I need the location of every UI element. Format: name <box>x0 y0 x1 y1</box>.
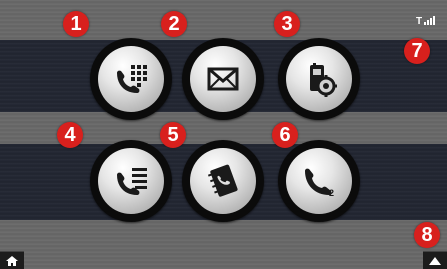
callout-badge: 8 <box>414 222 440 248</box>
phone-menu-screen: 2 1 2 3 4 5 6 7 8 T <box>0 0 447 269</box>
messages-button[interactable] <box>182 38 264 120</box>
phone-settings-button[interactable] <box>278 38 360 120</box>
callout-badge: 6 <box>272 122 298 148</box>
home-icon <box>6 256 18 266</box>
call-log-button[interactable] <box>90 140 172 222</box>
callout-badge: 3 <box>274 11 300 37</box>
envelope-icon <box>207 67 239 91</box>
phone-2-icon: 2 <box>305 168 334 198</box>
second-phone-button[interactable]: 2 <box>278 140 360 222</box>
phone-list-icon <box>117 168 147 195</box>
phone-keypad-icon <box>117 65 147 93</box>
callout-badge: 1 <box>63 11 89 37</box>
address-book-icon <box>207 164 238 197</box>
signal-indicator: T <box>416 13 438 31</box>
contacts-button[interactable] <box>182 140 264 222</box>
home-button[interactable] <box>0 251 24 269</box>
callout-badge: 4 <box>57 122 83 148</box>
phone-settings-icon <box>310 63 337 97</box>
callout-badge: 2 <box>161 11 187 37</box>
up-button[interactable] <box>423 251 447 269</box>
signal-strength-icon: T <box>416 16 435 27</box>
phone-line-number: 2 <box>329 188 334 198</box>
callout-badge: 5 <box>160 122 186 148</box>
signal-prefix: T <box>416 16 422 26</box>
background-band <box>0 220 447 269</box>
callout-badge: 7 <box>404 38 430 64</box>
dial-button[interactable] <box>90 38 172 120</box>
up-arrow-icon <box>429 257 441 265</box>
